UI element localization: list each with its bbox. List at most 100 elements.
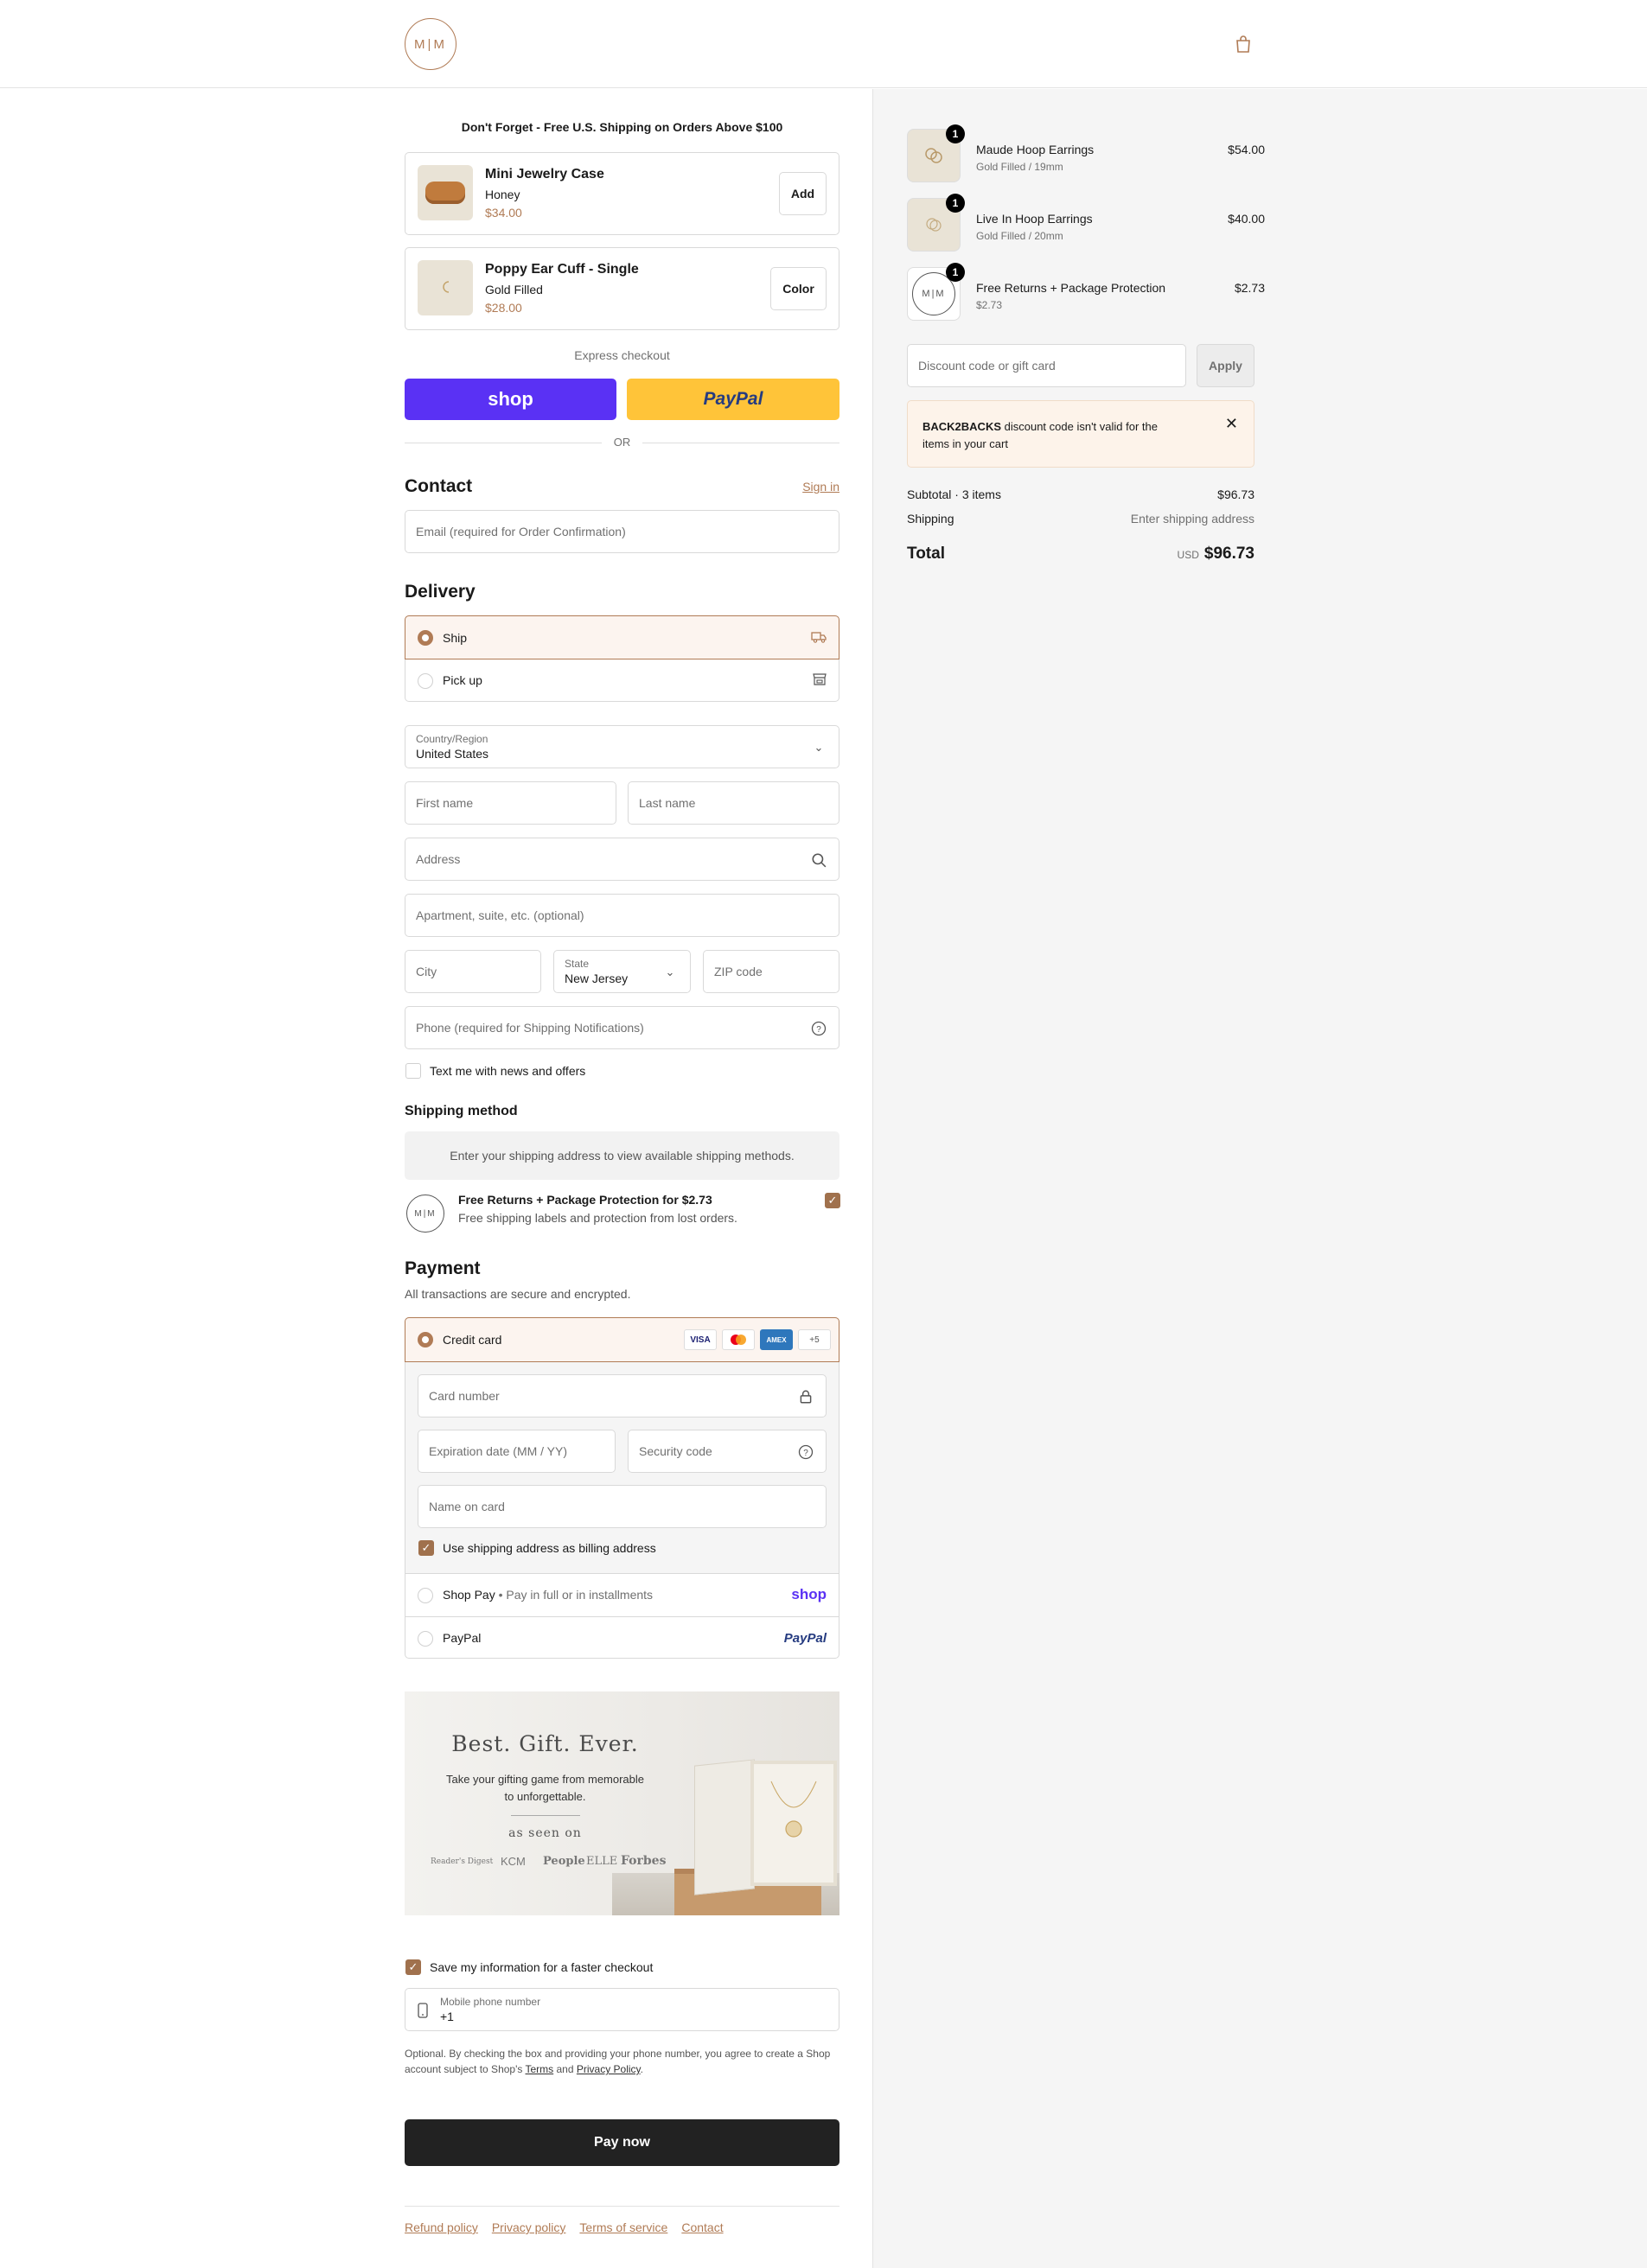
shopping-bag-icon[interactable] <box>1235 35 1252 54</box>
summary-line-item: 1 Maude Hoop Earrings Gold Filled / 19mm… <box>907 124 1265 189</box>
press-people: People <box>543 1855 585 1868</box>
paypal-label: PayPal <box>443 1631 482 1645</box>
legal-end: . <box>640 2063 644 2075</box>
brand-logo-icon: M|M <box>406 1195 444 1233</box>
pay-now-button[interactable]: Pay now <box>405 2119 839 2166</box>
upsell-title: Mini Jewelry Case <box>485 167 604 182</box>
add-upsell-button[interactable]: Add <box>779 172 827 215</box>
promo-title: Don't Forget - Free U.S. Shipping on Ord… <box>461 120 783 134</box>
billing-same-checkbox[interactable]: ✓ <box>418 1540 434 1556</box>
protection-title: Free Returns + Package Protection for $2… <box>458 1193 712 1207</box>
expiration-date-field[interactable]: Expiration date (MM / YY) <box>418 1430 616 1473</box>
total-amount: USD $96.73 <box>1089 545 1254 564</box>
upsell-card: Poppy Ear Cuff - Single Gold Filled $28.… <box>405 247 839 330</box>
mobile-phone-icon <box>418 2003 428 2018</box>
paypal-radio[interactable] <box>418 1631 433 1647</box>
country-select[interactable]: Country/Region United States ⌄ <box>405 725 839 768</box>
pickup-label: Pick up <box>443 673 482 687</box>
paypal-option[interactable]: PayPal PayPal <box>405 1616 839 1659</box>
discount-code-input[interactable]: Discount code or gift card <box>907 344 1186 387</box>
gift-promo-banner[interactable]: Best. Gift. Ever. Take your gifting game… <box>405 1691 839 1915</box>
shop-pay-express-button[interactable]: shop <box>405 379 616 420</box>
protection-checkbox[interactable]: ✓ <box>825 1193 840 1208</box>
terms-of-service-link[interactable]: Terms of service <box>579 2220 667 2234</box>
protection-description: Free shipping labels and protection from… <box>458 1211 737 1225</box>
state-select[interactable]: State New Jersey ⌄ <box>553 950 691 993</box>
first-name-field[interactable]: First name <box>405 781 616 825</box>
apply-label: Apply <box>1209 359 1242 373</box>
shop-pay-option[interactable]: Shop Pay • Pay in full or in installment… <box>405 1573 839 1616</box>
country-label: Country/Region <box>416 733 488 745</box>
product-thumbnail <box>418 260 473 315</box>
mobile-label: Mobile phone number <box>440 1996 541 2008</box>
address-field[interactable]: Address <box>405 838 839 881</box>
mobile-phone-field[interactable]: Mobile phone number +1 <box>405 1988 839 2031</box>
text-me-checkbox[interactable] <box>405 1063 421 1079</box>
credit-card-option[interactable]: Credit card VISA AMEX +5 <box>405 1317 839 1362</box>
product-thumbnail: 1 <box>907 124 965 182</box>
delivery-option-ship[interactable]: Ship <box>405 615 839 659</box>
refund-policy-link[interactable]: Refund policy <box>405 2220 478 2234</box>
security-code-field[interactable]: Security code ? <box>628 1430 827 1473</box>
phone-field[interactable]: Phone (required for Shipping Notificatio… <box>405 1006 839 1049</box>
brand-logo[interactable]: M|M <box>405 18 456 70</box>
apartment-field[interactable]: Apartment, suite, etc. (optional) <box>405 894 839 937</box>
delivery-heading: Delivery <box>405 582 476 602</box>
contact-link[interactable]: Contact <box>681 2220 723 2234</box>
item-name: Live In Hoop Earrings <box>976 212 1093 226</box>
terms-link[interactable]: Terms <box>526 2063 554 2075</box>
item-price: $40.00 <box>1228 212 1265 226</box>
pickup-radio[interactable] <box>418 673 433 689</box>
more-cards-text: +5 <box>809 1335 820 1345</box>
billing-same-label: Use shipping address as billing address <box>443 1541 656 1555</box>
sign-in-link[interactable]: Sign in <box>802 480 839 495</box>
shipping-label: Shipping <box>907 512 954 526</box>
privacy-policy-link[interactable]: Privacy Policy <box>577 2063 641 2075</box>
last-name-field[interactable]: Last name <box>628 781 839 825</box>
card-number-field[interactable]: Card number <box>418 1374 827 1418</box>
zip-code-field[interactable]: ZIP code <box>703 950 839 993</box>
item-price: $2.73 <box>1234 281 1265 295</box>
save-info-checkbox[interactable]: ✓ <box>405 1959 421 1975</box>
lock-icon <box>800 1390 812 1404</box>
save-info-label: Save my information for a faster checkou… <box>430 1960 654 1974</box>
shop-pay-name: Shop Pay <box>443 1588 495 1602</box>
payment-heading: Payment <box>405 1258 481 1278</box>
amex-text: AMEX <box>766 1335 787 1344</box>
banner-divider <box>511 1815 580 1816</box>
paypal-logo: PayPal <box>703 389 763 409</box>
name-on-card-field[interactable]: Name on card <box>418 1485 827 1528</box>
order-summary-panel: 1 Maude Hoop Earrings Gold Filled / 19mm… <box>872 89 1647 2268</box>
banner-seen-on: as seen on <box>508 1826 582 1840</box>
mastercard-icon <box>722 1329 755 1350</box>
mobile-value: +1 <box>440 2010 454 2023</box>
credit-card-radio[interactable] <box>418 1332 433 1347</box>
help-icon[interactable]: ? <box>811 1021 827 1036</box>
shop-pay-radio[interactable] <box>418 1588 433 1603</box>
ship-radio[interactable] <box>418 630 433 646</box>
color-button-label: Color <box>782 282 814 296</box>
city-field[interactable]: City <box>405 950 541 993</box>
quantity-badge: 1 <box>946 263 965 282</box>
delivery-option-pickup[interactable]: Pick up <box>405 659 839 702</box>
shop-logo: shop <box>488 388 533 410</box>
paypal-express-button[interactable]: PayPal <box>627 379 839 420</box>
item-name: Maude Hoop Earrings <box>976 143 1095 156</box>
close-icon[interactable]: ✕ <box>1225 415 1238 433</box>
state-value: New Jersey <box>565 972 629 985</box>
upsell-card: Mini Jewelry Case Honey $34.00 Add <box>405 152 839 235</box>
item-variant: Gold Filled / 20mm <box>976 230 1063 242</box>
email-field[interactable]: Email (required for Order Confirmation) <box>405 510 839 553</box>
shop-pay-logo: shop <box>791 1586 827 1602</box>
discount-placeholder: Discount code or gift card <box>918 359 1056 373</box>
item-price: $54.00 <box>1228 143 1265 156</box>
legal-line2: account subject to Shop's <box>405 2063 526 2075</box>
card-number-placeholder: Card number <box>429 1389 500 1403</box>
alert-text-line1: discount code isn't valid for the <box>1001 420 1158 433</box>
apply-discount-button[interactable]: Apply <box>1197 344 1254 387</box>
privacy-policy-footer-link[interactable]: Privacy policy <box>492 2220 566 2234</box>
quantity-badge: 1 <box>946 194 965 213</box>
help-icon[interactable]: ? <box>798 1444 814 1460</box>
footer-divider <box>405 2206 839 2207</box>
select-color-button[interactable]: Color <box>770 267 827 310</box>
